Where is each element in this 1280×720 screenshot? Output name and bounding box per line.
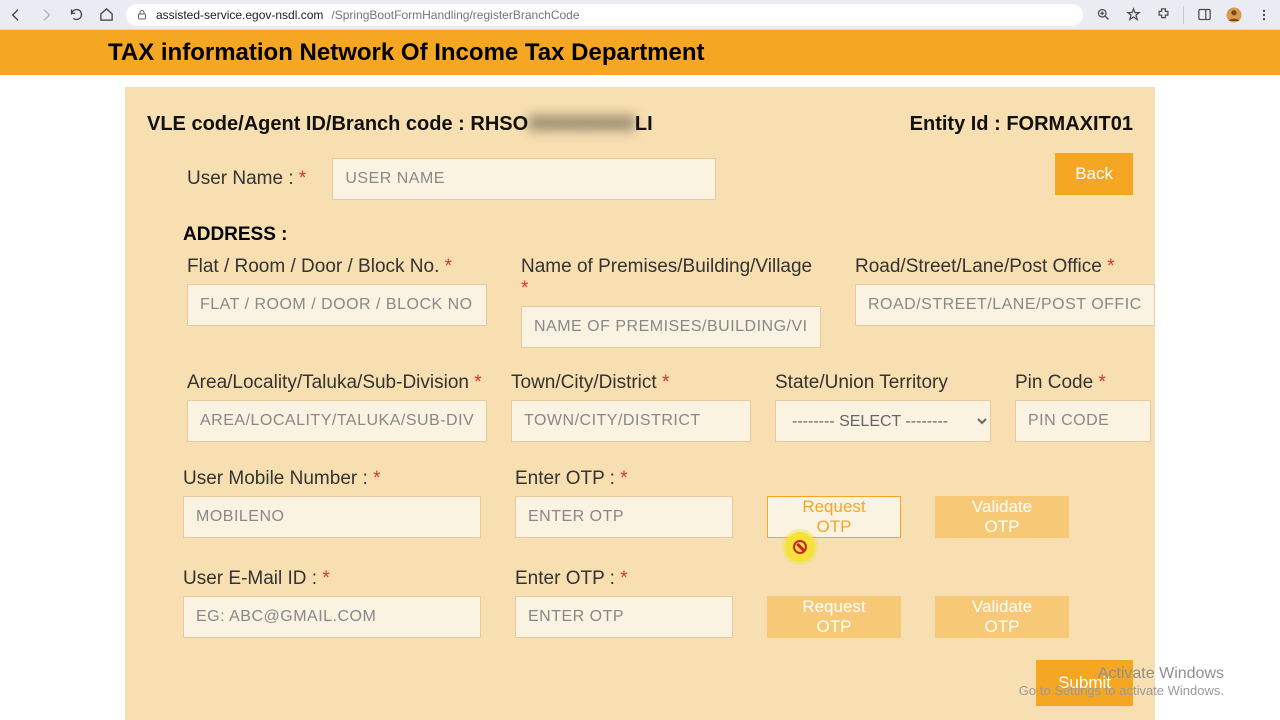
vle-code-heading: VLE code/Agent ID/Branch code : RHSOXXXX… — [147, 113, 653, 136]
form-panel: VLE code/Agent ID/Branch code : RHSOXXXX… — [125, 87, 1155, 720]
url-host: assisted-service.egov-nsdl.com — [156, 8, 323, 22]
state-label: State/Union Territory — [775, 372, 991, 394]
email-request-otp-button[interactable]: Request OTP — [767, 596, 901, 638]
pin-input[interactable] — [1015, 400, 1151, 442]
kebab-menu-icon[interactable] — [1254, 5, 1274, 25]
url-path: /SpringBootFormHandling/registerBranchCo… — [331, 8, 579, 22]
email-otp-input[interactable] — [515, 596, 733, 638]
mobile-input[interactable] — [183, 496, 481, 538]
browser-toolbar: assisted-service.egov-nsdl.com/SpringBoo… — [0, 0, 1280, 30]
extensions-icon[interactable] — [1153, 5, 1173, 25]
windows-activation-watermark: Activate Windows Go to Settings to activ… — [1019, 665, 1224, 698]
bookmark-star-icon[interactable] — [1123, 5, 1143, 25]
mobile-otp-label: Enter OTP : * — [515, 468, 733, 490]
profile-avatar-icon[interactable] — [1224, 5, 1244, 25]
address-bar[interactable]: assisted-service.egov-nsdl.com/SpringBoo… — [126, 4, 1083, 26]
nav-forward-icon — [36, 5, 56, 25]
nav-home-icon[interactable] — [96, 5, 116, 25]
zoom-icon[interactable] — [1093, 5, 1113, 25]
nav-reload-icon[interactable] — [66, 5, 86, 25]
email-validate-otp-button[interactable]: Validate OTP — [935, 596, 1069, 638]
road-input[interactable] — [855, 284, 1155, 326]
city-label: Town/City/District * — [511, 372, 751, 394]
entity-id-heading: Entity Id : FORMAXIT01 — [910, 113, 1133, 136]
mobile-otp-input[interactable] — [515, 496, 733, 538]
area-input[interactable] — [187, 400, 487, 442]
page-title: TAX information Network Of Income Tax De… — [108, 39, 705, 67]
mobile-label: User Mobile Number : * — [183, 468, 481, 490]
state-select[interactable]: -------- SELECT -------- — [775, 400, 991, 442]
city-input[interactable] — [511, 400, 751, 442]
sidepanel-icon[interactable] — [1194, 5, 1214, 25]
flat-label: Flat / Room / Door / Block No. * — [187, 256, 487, 278]
site-info-icon[interactable] — [136, 9, 148, 21]
back-button[interactable]: Back — [1055, 153, 1133, 195]
email-label: User E-Mail ID : * — [183, 568, 481, 590]
mobile-validate-otp-button[interactable]: Validate OTP — [935, 496, 1069, 538]
road-label: Road/Street/Lane/Post Office * — [855, 256, 1155, 278]
premises-input[interactable] — [521, 306, 821, 348]
nav-back-icon[interactable] — [6, 5, 26, 25]
address-section-label: ADDRESS : — [183, 224, 1133, 246]
email-otp-label: Enter OTP : * — [515, 568, 733, 590]
user-name-input[interactable] — [332, 158, 716, 200]
toolbar-divider — [1183, 6, 1184, 24]
email-input[interactable] — [183, 596, 481, 638]
page-banner: TAX information Network Of Income Tax De… — [0, 30, 1280, 75]
flat-input[interactable] — [187, 284, 487, 326]
premises-label: Name of Premises/Building/Village * — [521, 256, 821, 300]
pin-label: Pin Code * — [1015, 372, 1151, 394]
area-label: Area/Locality/Taluka/Sub-Division * — [187, 372, 487, 394]
mobile-request-otp-button[interactable]: Request OTP — [767, 496, 901, 538]
user-name-label: User Name : * — [187, 168, 306, 190]
